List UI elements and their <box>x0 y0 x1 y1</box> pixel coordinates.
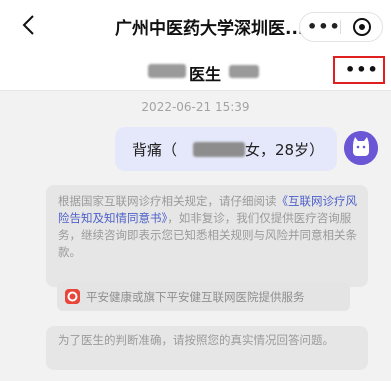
patient-message-prefix: 背痛（ <box>132 141 178 159</box>
avatar[interactable] <box>344 131 378 165</box>
patient-message-bubble: 背痛（ 女，28岁） <box>115 127 337 171</box>
more-dots-icon[interactable]: ••• <box>307 17 341 36</box>
redacted-doctor-name <box>148 64 186 78</box>
more-dots-icon: ••• <box>345 60 379 79</box>
system-prompt-message: 为了医生的判断准确，请按照您的真实情况回答问题。 <box>46 326 368 370</box>
chevron-left-icon[interactable] <box>14 10 44 40</box>
doctor-more-button[interactable]: ••• <box>333 56 385 84</box>
notice-text-before: 根据国家互联网诊疗相关规定，请仔细阅读 <box>58 194 277 208</box>
top-navigation-bar: 广州中医药大学深圳医... ••• <box>0 0 391 52</box>
consent-notice: 根据国家互联网诊疗相关规定，请仔细阅读《互联网诊疗风险告知及知情同意书》，如非复… <box>46 185 368 287</box>
patient-message-suffix: 女，28岁） <box>245 141 325 159</box>
doctor-title: 医生 <box>189 65 222 84</box>
system-prompt-text: 为了医生的判断准确，请按照您的真实情况回答问题。 <box>58 333 334 347</box>
doctor-header: 医生 ••• <box>0 52 391 91</box>
ping-an-logo-icon <box>65 289 80 304</box>
chat-timestamp: 2022-06-21 15:39 <box>141 100 250 114</box>
capsule-divider <box>340 20 341 34</box>
target-circle-icon[interactable] <box>352 17 372 37</box>
mini-program-capsule: ••• <box>299 12 383 42</box>
service-provider-badge: 平安健康或旗下平安健互联网医院提供服务 <box>57 282 350 311</box>
page-title: 广州中医药大学深圳医... <box>115 19 305 39</box>
consent-notice-text: 根据国家互联网诊疗相关规定，请仔细阅读《互联网诊疗风险告知及知情同意书》，如非复… <box>58 193 358 261</box>
redacted-doctor-info <box>229 65 259 78</box>
redacted-patient-name <box>193 142 245 157</box>
service-provider-text: 平安健康或旗下平安健互联网医院提供服务 <box>86 290 305 304</box>
